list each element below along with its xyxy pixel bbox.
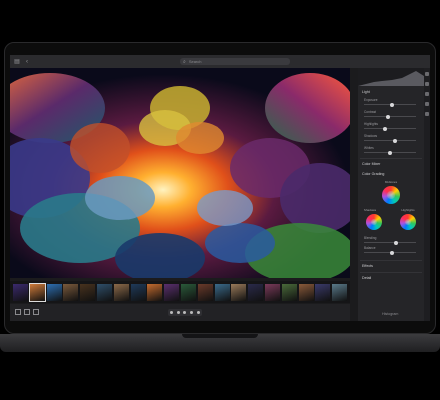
search-icon: ⌕: [183, 58, 186, 65]
filmstrip-thumbnail[interactable]: [315, 284, 331, 301]
filmstrip-thumbnail[interactable]: [231, 284, 247, 301]
filmstrip-thumbnail[interactable]: [46, 284, 62, 301]
redeye-icon[interactable]: [425, 112, 429, 116]
top-toolbar: ▤ ‹ ⌕ Search: [10, 55, 430, 68]
filmstrip-thumbnail[interactable]: [113, 284, 129, 301]
adjustment-slider[interactable]: [364, 114, 416, 119]
back-icon[interactable]: ‹: [24, 59, 30, 65]
crop-icon[interactable]: [425, 82, 429, 86]
shadows-label: Shadows: [363, 208, 377, 212]
slider-label: Whites: [364, 146, 374, 150]
filmstrip-thumbnail[interactable]: [130, 284, 146, 301]
filmstrip-thumbnail[interactable]: [181, 284, 196, 301]
divider: [360, 272, 422, 273]
slider-knob[interactable]: [390, 102, 395, 107]
filmstrip-thumbnail[interactable]: [13, 284, 28, 301]
slider-label: Shadows: [364, 134, 378, 138]
balance-slider[interactable]: [364, 250, 416, 255]
slider-label: Contrast: [364, 110, 377, 114]
search-field[interactable]: ⌕ Search: [180, 58, 290, 65]
filmstrip-thumbnail[interactable]: [281, 284, 297, 301]
star-icon[interactable]: [197, 311, 201, 314]
app-window: ▤ ‹ ⌕ Search Light Exposure Contrast Hig…: [10, 55, 430, 321]
filmstrip-thumbnail[interactable]: [63, 284, 79, 301]
adjustment-slider[interactable]: [364, 138, 416, 143]
filmstrip-thumbnail[interactable]: [80, 284, 96, 301]
blending-label: Blending: [364, 236, 377, 240]
search-placeholder: Search: [188, 59, 202, 64]
rating-stars[interactable]: [168, 309, 202, 316]
photo-canvas: [10, 68, 350, 278]
divider: [360, 158, 422, 159]
filmstrip-thumbnail[interactable]: [298, 284, 314, 301]
midtones-label: Midtones: [384, 180, 398, 184]
grid-view-icon[interactable]: [15, 309, 21, 315]
filmstrip-thumbnail[interactable]: [164, 284, 180, 301]
section-color-grading[interactable]: Color Grading: [362, 172, 384, 176]
filmstrip-thumbnail[interactable]: [147, 284, 163, 301]
slider-label: Highlights: [364, 122, 378, 126]
highlights-label: Highlights: [401, 208, 415, 212]
filmstrip-thumbnail[interactable]: [265, 284, 280, 301]
slider-knob[interactable]: [394, 240, 398, 245]
heal-icon[interactable]: [425, 92, 429, 96]
histogram-graph: [358, 71, 424, 86]
bottom-toolbar: [10, 304, 350, 321]
section-effects[interactable]: Effects: [362, 264, 373, 268]
filmstrip-thumbnail[interactable]: [28, 283, 46, 302]
midtones-wheel[interactable]: [382, 186, 400, 204]
single-view-icon[interactable]: [33, 309, 39, 315]
star-icon[interactable]: [169, 311, 173, 314]
highlights-wheel[interactable]: [400, 214, 416, 230]
filmstrip-thumbnail[interactable]: [248, 284, 264, 301]
filmstrip-thumbnail[interactable]: [197, 284, 213, 301]
slider-knob[interactable]: [385, 114, 390, 119]
filmstrip: [10, 281, 350, 303]
sidebar-icon[interactable]: ▤: [14, 59, 20, 65]
section-color-mixer[interactable]: Color Mixer: [362, 162, 380, 166]
compare-view-icon[interactable]: [24, 309, 30, 315]
adjustment-slider[interactable]: [364, 102, 416, 107]
shadows-wheel[interactable]: [366, 214, 382, 230]
edit-panel: Light Exposure Contrast Highlights Shadows W…: [358, 68, 424, 321]
slider-knob[interactable]: [388, 150, 392, 155]
filmstrip-thumbnail[interactable]: [97, 284, 112, 301]
slider-knob[interactable]: [383, 126, 388, 131]
filmstrip-thumbnail[interactable]: [332, 284, 348, 301]
star-icon[interactable]: [183, 311, 187, 314]
edit-icon[interactable]: [425, 72, 429, 76]
section-light[interactable]: Light: [362, 90, 370, 94]
star-icon[interactable]: [190, 311, 194, 314]
filmstrip-thumbnail[interactable]: [214, 284, 230, 301]
slider-knob[interactable]: [392, 138, 397, 143]
masking-icon[interactable]: [425, 102, 429, 106]
adjustment-slider[interactable]: [364, 126, 416, 131]
star-icon[interactable]: [176, 311, 180, 314]
slider-knob[interactable]: [390, 250, 394, 255]
lid-notch: [182, 334, 258, 338]
divider: [360, 260, 422, 261]
adjustment-slider[interactable]: [364, 150, 416, 155]
panel-footer: Histogram: [382, 312, 399, 316]
main-photo[interactable]: [10, 68, 350, 278]
tool-rail: [424, 68, 430, 321]
slider-label: Exposure: [364, 98, 378, 102]
balance-label: Balance: [364, 246, 376, 250]
blending-slider[interactable]: [364, 240, 416, 245]
section-detail[interactable]: Detail: [362, 276, 371, 280]
histogram: [358, 68, 424, 86]
